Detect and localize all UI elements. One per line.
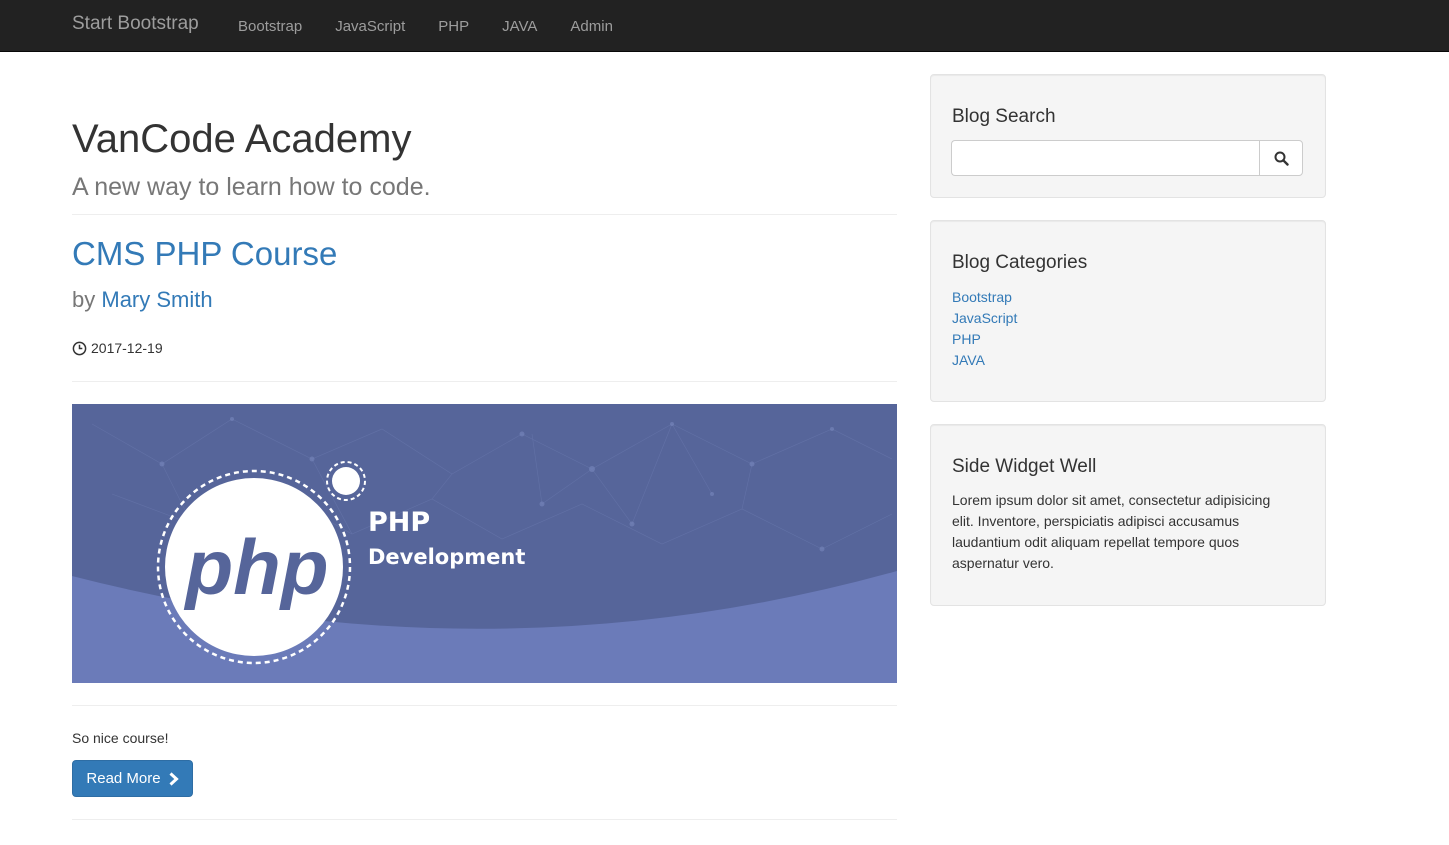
nav-item-java[interactable]: JAVA [502,18,537,35]
side-widget-title: Side Widget Well [952,456,1097,477]
nav-item-bootstrap[interactable]: Bootstrap [238,18,302,35]
category-link-php[interactable]: PHP [952,329,1017,350]
post-image: php PHP Development [72,404,897,683]
top-navbar: Start Bootstrap Bootstrap JavaScript PHP… [0,0,1449,52]
post-excerpt: So nice course! [72,730,169,746]
blog-search-well: Blog Search [930,74,1326,198]
banner-subheading: Development [368,545,525,569]
post-meta-divider [72,381,897,382]
nav-item-javascript[interactable]: JavaScript [335,18,405,35]
read-more-label: Read More [86,770,161,787]
page-title: VanCode Academy [72,117,412,161]
post-date: 2017-12-19 [72,340,163,356]
post-title-link[interactable]: CMS PHP Course [72,235,337,273]
header-divider [72,214,897,215]
nav-item-admin[interactable]: Admin [570,18,613,35]
blog-search-title: Blog Search [952,106,1056,127]
post-byline: by Mary Smith [72,287,213,313]
chevron-right-icon [169,771,179,786]
navbar-brand[interactable]: Start Bootstrap [72,13,199,35]
search-input[interactable] [951,140,1260,176]
clock-icon [72,341,87,355]
search-button[interactable] [1259,140,1303,176]
post-date-text: 2017-12-19 [91,340,163,356]
category-link-bootstrap[interactable]: Bootstrap [952,287,1017,308]
blog-categories-well: Blog Categories Bootstrap JavaScript PHP… [930,220,1326,402]
blog-categories-title: Blog Categories [952,252,1088,273]
nav-item-php[interactable]: PHP [438,18,469,35]
category-list: Bootstrap JavaScript PHP JAVA [952,287,1017,371]
read-more-button[interactable]: Read More [72,760,193,797]
php-logo-text: php [184,523,329,611]
category-link-javascript[interactable]: JavaScript [952,308,1017,329]
search-icon [1274,151,1289,166]
post-author-link[interactable]: Mary Smith [101,287,212,312]
category-link-java[interactable]: JAVA [952,350,1017,371]
php-development-banner: php PHP Development [72,404,897,683]
byline-label: by [72,287,96,312]
side-widget-text: Lorem ipsum dolor sit amet, consectetur … [952,492,1271,571]
page-subtitle: A new way to learn how to code. [72,173,431,201]
navbar-menu: Bootstrap JavaScript PHP JAVA Admin [238,0,646,52]
post-image-divider [72,705,897,706]
banner-heading: PHP [368,507,430,538]
post-bottom-divider [72,819,897,820]
side-widget-well: Side Widget Well Lorem ipsum dolor sit a… [930,424,1326,606]
